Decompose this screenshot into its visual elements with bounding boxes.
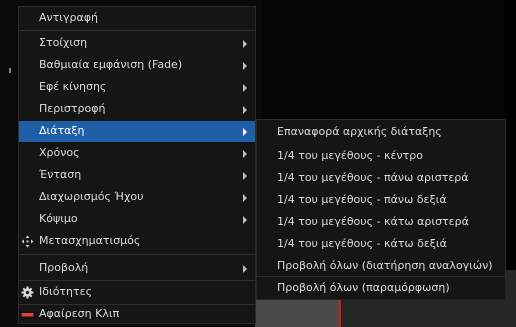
menu-item-label: Κόψιμο (39, 212, 78, 225)
menu-item-label: Ένταση (39, 168, 82, 181)
submenu-item-quarter-top-left[interactable]: 1/4 του μεγέθους - πάνω αριστερά (257, 167, 505, 189)
submenu-item-label: 1/4 του μεγέθους - πάνω αριστερά (277, 171, 469, 184)
menu-item-cut[interactable]: Κόψιμο (19, 209, 255, 230)
move-arrows-icon (21, 235, 34, 248)
menu-item-label: Περιστροφή (39, 102, 106, 115)
menu-item-view[interactable]: Προβολή (19, 258, 255, 279)
context-menu: Αντιγραφή Στοίχιση Βαθμιαία εμφάνιση (Fa… (18, 6, 256, 324)
menu-item-fade[interactable]: Βαθμιαία εμφάνιση (Fade) (19, 55, 255, 76)
menu-item-label: Εφέ κίνησης (39, 80, 107, 93)
gear-icon (21, 286, 34, 299)
menu-separator (19, 30, 255, 31)
submenu-item-label: Επαναφορά αρχικής διάταξης (277, 125, 442, 138)
menu-item-label: Χρόνος (39, 146, 80, 159)
layout-submenu: Επαναφορά αρχικής διάταξης 1/4 του μεγέθ… (256, 119, 506, 277)
minus-bar-icon (21, 313, 34, 317)
menu-item-layout[interactable]: Διάταξη (19, 121, 255, 142)
submenu-item-show-all-distort[interactable]: Προβολή όλων (παραμόρφωση) (257, 277, 505, 299)
submenu-item-show-all-keep-ratio[interactable]: Προβολή όλων (διατήρηση αναλογιών) (257, 255, 505, 277)
menu-item-label: Ιδιότητες (39, 285, 93, 298)
submenu-arrow-icon (243, 84, 247, 92)
submenu-arrow-icon (243, 40, 247, 48)
submenu-item-quarter-top-right[interactable]: 1/4 του μεγέθους - πάνω δεξιά (257, 189, 505, 211)
menu-item-rotation[interactable]: Περιστροφή (19, 99, 255, 120)
submenu-item-label: 1/4 του μεγέθους - κέντρο (277, 149, 423, 162)
menu-item-volume[interactable]: Ένταση (19, 165, 255, 186)
menu-item-remove-clip[interactable]: Αφαίρεση Κλιπ (19, 304, 255, 325)
submenu-item-label: Προβολή όλων (διατήρηση αναλογιών) (277, 259, 493, 272)
menu-item-label: Αντιγραφή (39, 11, 98, 24)
menu-item-label: Διάταξη (39, 124, 85, 137)
submenu-arrow-icon (243, 128, 247, 136)
submenu-item-quarter-center[interactable]: 1/4 του μεγέθους - κέντρο (257, 145, 505, 167)
menu-item-alignment[interactable]: Στοίχιση (19, 33, 255, 54)
submenu-arrow-icon (243, 172, 247, 180)
menu-item-transform[interactable]: Μετασχηματισμός (19, 231, 255, 252)
submenu-item-quarter-bottom-right[interactable]: 1/4 του μεγέθους - κάτω δεξιά (257, 233, 505, 255)
menu-item-copy[interactable]: Αντιγραφή (19, 8, 255, 29)
menu-separator (19, 280, 255, 281)
submenu-item-quarter-bottom-left[interactable]: 1/4 του μεγέθους - κάτω αριστερά (257, 211, 505, 233)
edge-marker (9, 68, 11, 73)
submenu-item-label: 1/4 του μεγέθους - πάνω δεξιά (277, 193, 447, 206)
menu-item-label: Προβολή (39, 261, 89, 274)
timeline-clip[interactable] (255, 300, 339, 327)
submenu-arrow-icon (243, 265, 247, 273)
playhead[interactable] (339, 300, 341, 327)
menu-item-label: Μετασχηματισμός (39, 234, 141, 247)
submenu-item-label: 1/4 του μεγέθους - κάτω δεξιά (277, 237, 447, 250)
submenu-arrow-icon (243, 194, 247, 202)
menu-item-label: Στοίχιση (39, 36, 88, 49)
menu-item-label: Διαχωρισμός Ήχου (39, 190, 144, 203)
submenu-arrow-icon (243, 62, 247, 70)
menu-item-motion-effects[interactable]: Εφέ κίνησης (19, 77, 255, 98)
menu-item-properties[interactable]: Ιδιότητες (19, 282, 255, 303)
submenu-item-reset-layout[interactable]: Επαναφορά αρχικής διάταξης (257, 121, 505, 143)
submenu-item-label: Προβολή όλων (παραμόρφωση) (277, 281, 450, 294)
menu-item-label: Βαθμιαία εμφάνιση (Fade) (39, 58, 183, 71)
submenu-arrow-icon (243, 150, 247, 158)
menu-item-time[interactable]: Χρόνος (19, 143, 255, 164)
menu-separator (19, 254, 255, 255)
submenu-arrow-icon (243, 106, 247, 114)
menu-item-label: Αφαίρεση Κλιπ (39, 307, 120, 320)
submenu-item-label: 1/4 του μεγέθους - κάτω αριστερά (277, 215, 469, 228)
submenu-arrow-icon (243, 216, 247, 224)
menu-item-audio-separation[interactable]: Διαχωρισμός Ήχου (19, 187, 255, 208)
video-preview-area (262, 0, 516, 120)
